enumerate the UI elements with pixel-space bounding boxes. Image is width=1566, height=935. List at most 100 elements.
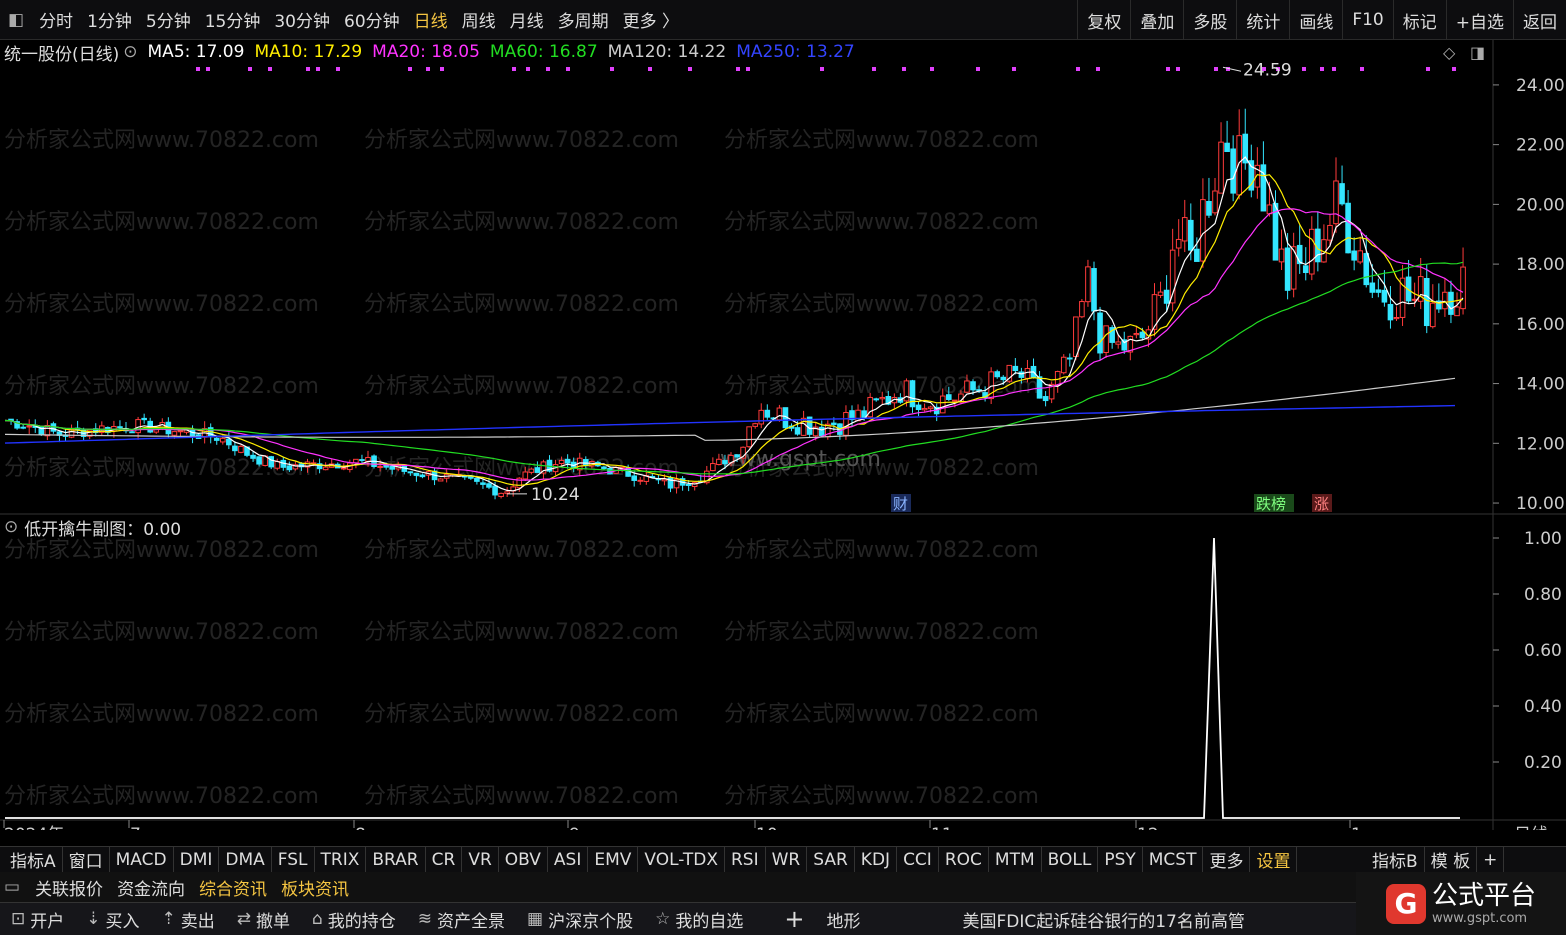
trade-button-4[interactable]: ⌂ 我的持仓 xyxy=(301,907,407,932)
watermark-text-5-0: 分析家公式网www.70822.com xyxy=(4,538,319,563)
indicator-tab-7[interactable]: BRAR xyxy=(366,846,426,873)
signal-dot-25 xyxy=(1076,67,1080,71)
candle-body xyxy=(44,425,51,437)
indicator-tab-24[interactable]: 更多 xyxy=(1203,846,1251,873)
plus-icon[interactable]: + xyxy=(784,905,804,933)
indicator-tab-right-1[interactable]: 模 板 xyxy=(1425,846,1478,873)
period-tab-6[interactable]: 日线 xyxy=(407,7,455,32)
indicator-tab-right-0[interactable]: 指标B xyxy=(1366,846,1425,873)
top-tool-6[interactable]: 标记 xyxy=(1392,0,1446,40)
candle-body xyxy=(558,459,565,465)
top-tool-2[interactable]: 多股 xyxy=(1183,0,1236,40)
indicator-tab-right-2[interactable]: + xyxy=(1477,846,1505,873)
candle-body xyxy=(734,454,740,458)
top-tool-7[interactable]: +自选 xyxy=(1445,0,1513,40)
top-tool-0[interactable]: 复权 xyxy=(1077,0,1130,40)
sub-toggle-icon[interactable]: ⊙ xyxy=(4,517,18,537)
indicator-tab-18[interactable]: CCI xyxy=(897,846,939,873)
legend-toggle-icon[interactable]: ⊙ xyxy=(123,42,137,62)
window-icon[interactable]: ◧ xyxy=(0,10,32,30)
indicator-tab-12[interactable]: EMV xyxy=(588,846,639,873)
info-tab-1[interactable]: 资金流向 xyxy=(110,875,192,900)
top-tool-5[interactable]: F10 xyxy=(1342,0,1392,40)
period-tab-1[interactable]: 1分钟 xyxy=(80,7,139,32)
period-tab-8[interactable]: 月线 xyxy=(503,7,551,32)
indicator-tab-20[interactable]: MTM xyxy=(989,846,1042,873)
trade-button-3[interactable]: ⇄ 撤单 xyxy=(226,907,301,932)
info-tab-3[interactable]: 板块资讯 xyxy=(274,875,356,900)
period-tab-7[interactable]: 周线 xyxy=(455,7,503,32)
signal-dot-23 xyxy=(976,67,980,71)
trade-bar: ⊡ 开户 ⇣ 买入 ⇡ 卖出 ⇄ 撤单 ⌂ 我的持仓 ≋ 资产全景 ▦ 沪深京个股 ☆ 我的自选 + 地形 美… xyxy=(0,902,1566,935)
trade-button-7[interactable]: ☆ 我的自选 xyxy=(644,907,754,932)
indicator-tab-2[interactable]: MACD xyxy=(110,846,174,873)
trade-button-6[interactable]: ▦ 沪深京个股 xyxy=(516,907,644,932)
indicator-tab-9[interactable]: VR xyxy=(462,846,499,873)
watermark-text-0-1: 分析家公式网www.70822.com xyxy=(364,128,679,153)
top-tool-3[interactable]: 统计 xyxy=(1236,0,1289,40)
indicator-tab-3[interactable]: DMI xyxy=(174,846,220,873)
candle-body xyxy=(238,445,244,453)
watermark-text-2-0: 分析家公式网www.70822.com xyxy=(4,292,319,317)
top-tool-4[interactable]: 画线 xyxy=(1289,0,1342,40)
indicator-tab-19[interactable]: ROC xyxy=(939,846,989,873)
trade-button-5[interactable]: ≋ 资产全景 xyxy=(407,907,516,932)
sub-tick-label-4: 0.20 xyxy=(1524,753,1562,773)
period-tab-0[interactable]: 分时 xyxy=(32,7,80,32)
signal-dot-27 xyxy=(1166,67,1170,71)
info-tab-2[interactable]: 综合资讯 xyxy=(192,875,274,900)
candle-body xyxy=(250,454,256,459)
time-tick-label-4: 10 xyxy=(756,825,778,830)
indicator-tab-25[interactable]: 设置 xyxy=(1250,846,1298,873)
candle-body xyxy=(365,456,371,462)
period-tab-10[interactable]: 更多 〉 xyxy=(616,7,686,32)
terrain-label[interactable]: 地形 xyxy=(826,907,860,932)
indicator-tab-15[interactable]: WR xyxy=(766,846,808,873)
indicator-tab-11[interactable]: ASI xyxy=(548,846,589,873)
stock-name[interactable]: 统一股份(日线) xyxy=(4,40,119,65)
watermark-text-6-0: 分析家公式网www.70822.com xyxy=(4,620,319,645)
top-tool-8[interactable]: 返回 xyxy=(1513,0,1566,40)
candle-body xyxy=(1139,331,1146,339)
indicator-tab-23[interactable]: MCST xyxy=(1143,846,1204,873)
indicator-tab-1[interactable]: 窗口 xyxy=(63,846,110,873)
candle-body xyxy=(322,466,329,471)
panel-icon[interactable]: ▭ xyxy=(4,877,20,897)
sell-icon: ⇡ xyxy=(161,909,176,929)
candle-body xyxy=(1194,248,1200,262)
period-tab-4[interactable]: 30分钟 xyxy=(267,7,337,32)
indicator-tab-16[interactable]: SAR xyxy=(807,846,855,873)
signal-dot-5 xyxy=(316,67,320,71)
trade-button-2[interactable]: ⇡ 卖出 xyxy=(151,907,226,932)
signal-dot-16 xyxy=(688,67,692,71)
top-tool-1[interactable]: 叠加 xyxy=(1130,0,1183,40)
indicator-tab-4[interactable]: DMA xyxy=(219,846,272,873)
indicator-tab-14[interactable]: RSI xyxy=(725,846,766,873)
indicator-tab-21[interactable]: BOLL xyxy=(1042,846,1099,873)
indicator-tab-13[interactable]: VOL-TDX xyxy=(638,846,725,873)
trade-button-1[interactable]: ⇣ 买入 xyxy=(75,907,150,932)
indicator-tab-0[interactable]: 指标A xyxy=(4,846,63,873)
period-tab-9[interactable]: 多周期 xyxy=(551,7,616,32)
candle-body xyxy=(879,396,886,400)
main-chart-area[interactable]: 分析家公式网www.70822.com 分析家公式网www.70822.com 分析… xyxy=(0,40,1566,830)
candle-body xyxy=(1327,224,1333,241)
candle-body xyxy=(964,380,970,393)
indicator-tab-17[interactable]: KDJ xyxy=(855,846,898,873)
indicator-tab-6[interactable]: TRIX xyxy=(315,846,367,873)
indicator-tab-10[interactable]: OBV xyxy=(499,846,548,873)
indicator-tab-8[interactable]: CR xyxy=(426,846,463,873)
period-tab-2[interactable]: 5分钟 xyxy=(139,7,198,32)
trade-label-1: 买入 xyxy=(105,911,140,932)
period-tab-3[interactable]: 15分钟 xyxy=(198,7,268,32)
indicator-tab-22[interactable]: PSY xyxy=(1098,846,1143,873)
trade-button-0[interactable]: ⊡ 开户 xyxy=(0,907,75,932)
indicator-tab-5[interactable]: FSL xyxy=(272,846,315,873)
news-ticker[interactable]: 美国FDIC起诉硅谷银行的17名前高管 xyxy=(962,907,1244,932)
info-tab-0[interactable]: 关联报价 xyxy=(28,875,110,900)
candle-body xyxy=(1363,253,1370,286)
candle-body xyxy=(226,438,232,446)
candle-body xyxy=(994,371,1001,378)
candle-body xyxy=(256,456,262,465)
period-tab-5[interactable]: 60分钟 xyxy=(337,7,407,32)
